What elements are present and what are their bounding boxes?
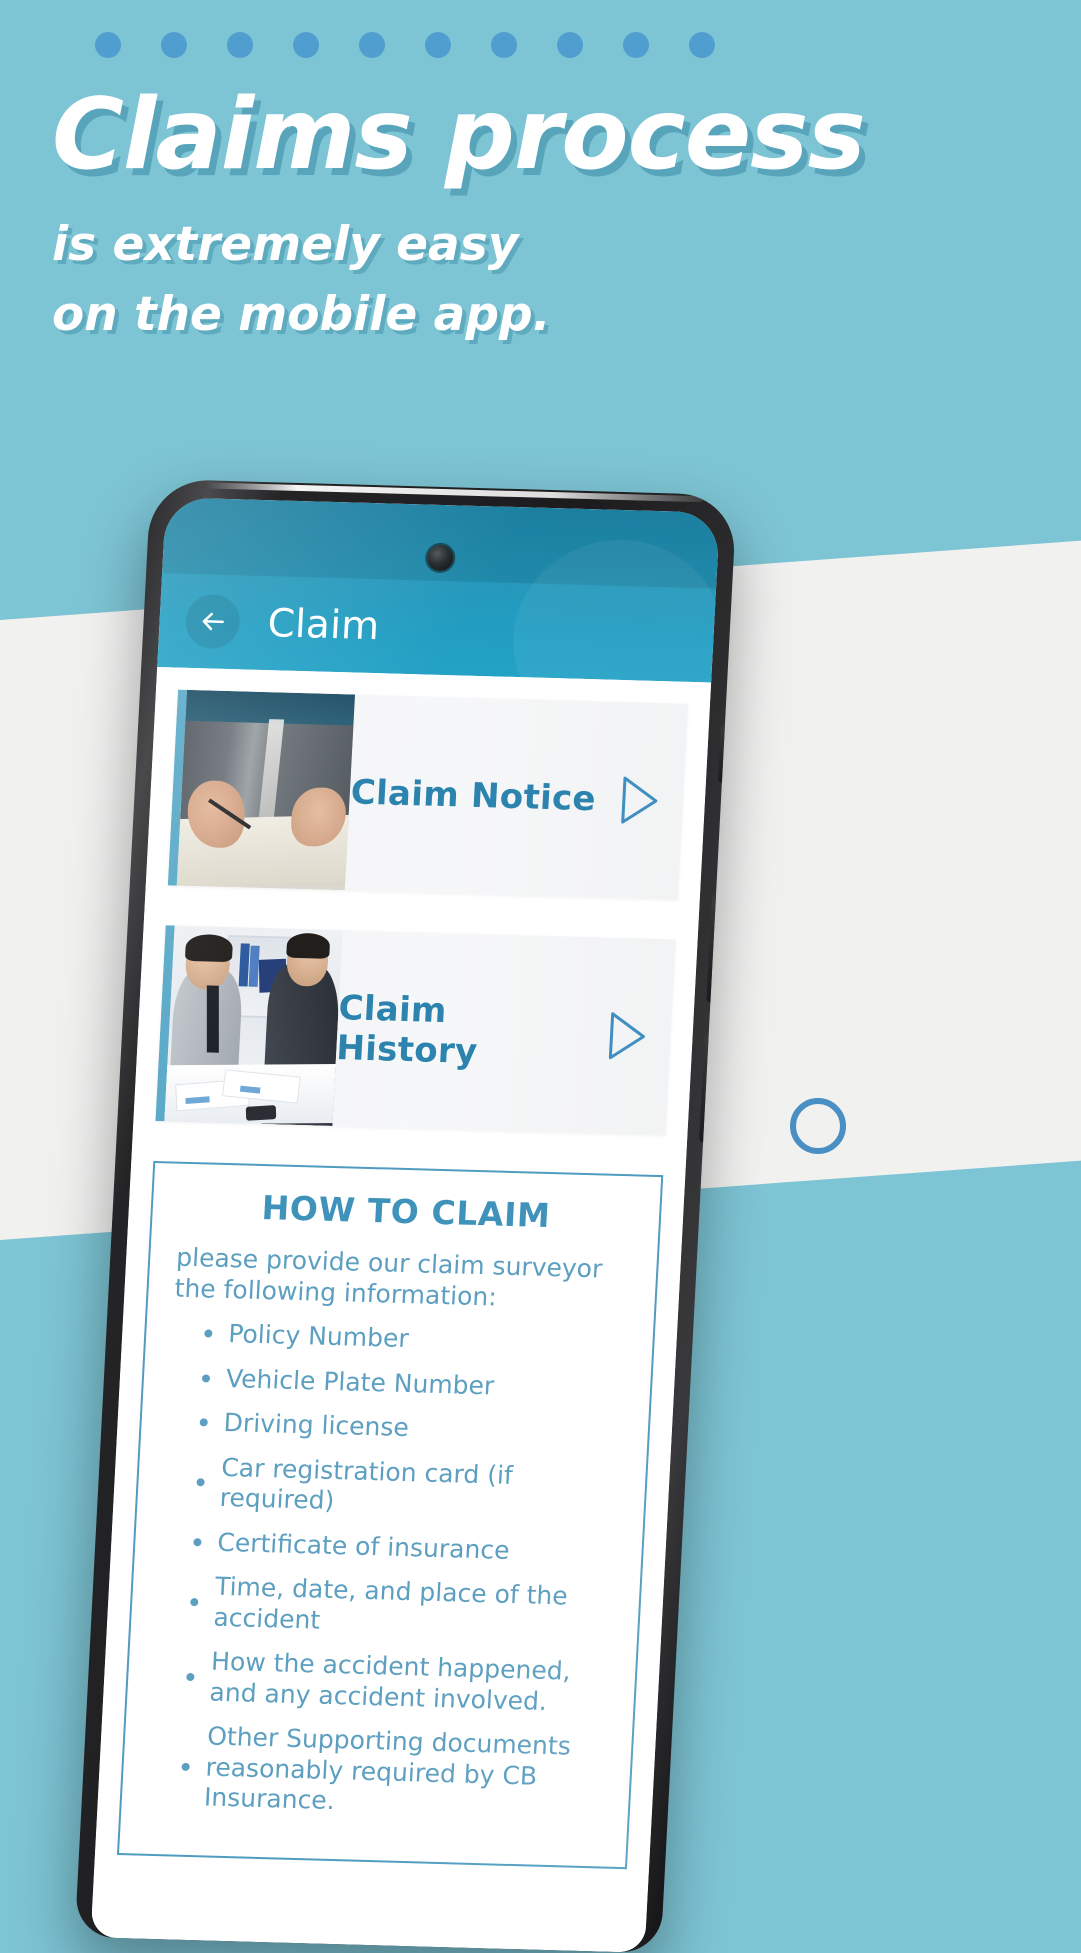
decorative-dot-icon: [425, 32, 451, 58]
decorative-dot-icon: [293, 32, 319, 58]
list-item: Certificate of insurance: [191, 1527, 617, 1569]
list-item: Driving license: [197, 1407, 623, 1449]
decorative-dot-icon: [161, 32, 187, 58]
decorative-dot-icon: [95, 32, 121, 58]
claim-notice-thumbnail: [176, 689, 356, 891]
claim-history-thumbnail: [164, 925, 343, 1126]
poster-subtitle-line-1: is extremely easy: [52, 217, 519, 272]
phone-screen: Claim Claim Notice Claim History HOW TO …: [90, 497, 721, 1953]
phone-top-highlight: [206, 482, 703, 503]
phone-body: Claim Claim Notice Claim History HOW TO …: [74, 478, 737, 1953]
decorative-dot-icon: [557, 32, 583, 58]
decorative-dot-icon: [491, 32, 517, 58]
play-triangle-icon: [608, 1012, 646, 1060]
arrow-left-icon: [202, 612, 224, 631]
claim-notice-label: Claim Notice: [349, 772, 597, 820]
poster-heading-block: Claims process is extremely easy on the …: [52, 78, 866, 349]
play-triangle-icon: [621, 776, 658, 824]
page-title: Claims process: [52, 78, 866, 192]
decorative-dot-icon: [227, 32, 253, 58]
decorative-ring-icon: [790, 1098, 846, 1154]
claim-notice-play-button[interactable]: [592, 701, 688, 899]
claim-notice-card[interactable]: Claim Notice: [167, 689, 688, 900]
app-bar-title: Claim: [266, 600, 381, 649]
how-to-claim-title: HOW TO CLAIM: [260, 1188, 552, 1236]
how-to-claim-panel: HOW TO CLAIM please provide our claim su…: [116, 1160, 664, 1869]
app-bar: Claim: [157, 573, 717, 683]
list-item: Time, date, and place of the accident: [187, 1571, 614, 1644]
list-item: Car registration card (if required): [193, 1452, 620, 1525]
decorative-dot-row: [95, 30, 715, 60]
decorative-dot-icon: [359, 32, 385, 58]
how-to-claim-list: Policy Number Vehicle Plate Number Drivi…: [147, 1318, 627, 1825]
how-to-claim-intro: please provide our claim surveyor the fo…: [173, 1242, 604, 1312]
phone-mockup: Claim Claim Notice Claim History HOW TO …: [74, 478, 737, 1953]
poster-subtitle: is extremely easy on the mobile app.: [52, 210, 865, 349]
claim-history-label: Claim History: [335, 988, 479, 1072]
app-content: Claim Notice Claim History HOW TO CLAIM …: [90, 667, 712, 1953]
claim-history-card[interactable]: Claim History: [155, 925, 676, 1136]
poster-subtitle-line-2: on the mobile app.: [52, 286, 551, 342]
claim-history-play-button[interactable]: [579, 937, 675, 1135]
list-item: How the accident happened, and any accid…: [183, 1646, 610, 1719]
list-item: Other Supporting documents reasonably re…: [177, 1721, 606, 1824]
back-button[interactable]: [184, 593, 242, 650]
list-item: Vehicle Plate Number: [199, 1363, 625, 1405]
decorative-dot-icon: [623, 32, 649, 58]
decorative-dot-icon: [689, 32, 715, 58]
list-item: Policy Number: [202, 1318, 628, 1360]
